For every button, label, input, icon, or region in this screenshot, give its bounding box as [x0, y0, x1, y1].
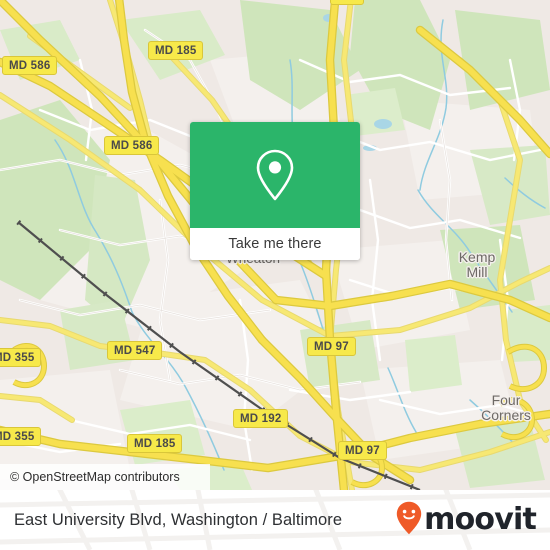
take-me-there-button[interactable]: Take me there	[190, 228, 360, 260]
highway-shield-md185-n: MD 185	[148, 41, 204, 60]
location-title: East University Blvd, Washington / Balti…	[14, 510, 343, 529]
highway-shield-md97-s: MD 97	[338, 441, 387, 460]
poi-card[interactable]: Take me there	[190, 122, 360, 260]
footer-bar: East University Blvd, Washington / Balti…	[0, 490, 550, 550]
osm-attribution[interactable]: © OpenStreetMap contributors	[0, 464, 210, 490]
location-pin-outline-icon	[253, 147, 297, 203]
map-canvas[interactable]: Wheaton Kemp Mill Four Corners MD 586 MD…	[0, 0, 550, 490]
moovit-map-screenshot: Wheaton Kemp Mill Four Corners MD 586 MD…	[0, 0, 550, 550]
highway-shield-md355-w: MD 355	[0, 348, 42, 367]
highway-shield-md355-sw: MD 355	[0, 427, 42, 446]
highway-shield-md586-w: MD 586	[104, 136, 160, 155]
moovit-logo: moovit	[396, 501, 537, 540]
highway-shield-md547: MD 547	[107, 341, 163, 360]
highway-shield-md185-s: MD 185	[127, 434, 183, 453]
highway-shield-md192: MD 192	[233, 409, 289, 428]
highway-shield-md97-mid: MD 97	[307, 337, 356, 356]
moovit-pin-icon	[396, 501, 422, 540]
highway-shield-md586-nw: MD 586	[2, 56, 58, 75]
highway-shield-top-clipped	[330, 0, 365, 5]
moovit-wordmark: moovit	[424, 502, 537, 537]
poi-card-header	[190, 122, 360, 228]
